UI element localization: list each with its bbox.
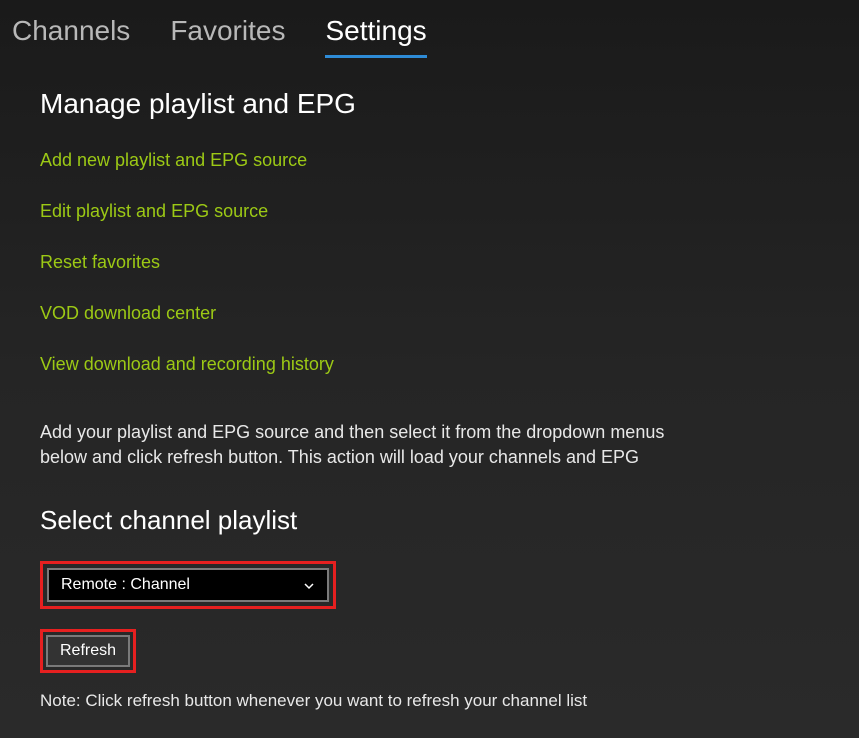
tab-channels[interactable]: Channels [12, 15, 130, 58]
link-vod-center[interactable]: VOD download center [40, 303, 819, 324]
refresh-note: Note: Click refresh button whenever you … [40, 691, 819, 711]
button-highlight: Refresh [40, 629, 136, 673]
dropdown-selected-value: Remote : Channel [61, 576, 190, 594]
settings-content: Manage playlist and EPG Add new playlist… [0, 68, 859, 731]
link-reset-favorites[interactable]: Reset favorites [40, 252, 819, 273]
chevron-down-icon [303, 579, 315, 591]
link-view-history[interactable]: View download and recording history [40, 354, 819, 375]
page-heading: Manage playlist and EPG [40, 88, 819, 120]
tab-settings[interactable]: Settings [325, 15, 426, 58]
tab-bar: Channels Favorites Settings [0, 0, 859, 68]
refresh-button[interactable]: Refresh [46, 635, 130, 667]
instructions-text: Add your playlist and EPG source and the… [40, 420, 690, 470]
link-add-source[interactable]: Add new playlist and EPG source [40, 150, 819, 171]
tab-favorites[interactable]: Favorites [170, 15, 285, 58]
link-edit-source[interactable]: Edit playlist and EPG source [40, 201, 819, 222]
channel-playlist-dropdown[interactable]: Remote : Channel [47, 568, 329, 602]
dropdown-highlight: Remote : Channel [40, 561, 336, 609]
select-playlist-heading: Select channel playlist [40, 505, 819, 536]
